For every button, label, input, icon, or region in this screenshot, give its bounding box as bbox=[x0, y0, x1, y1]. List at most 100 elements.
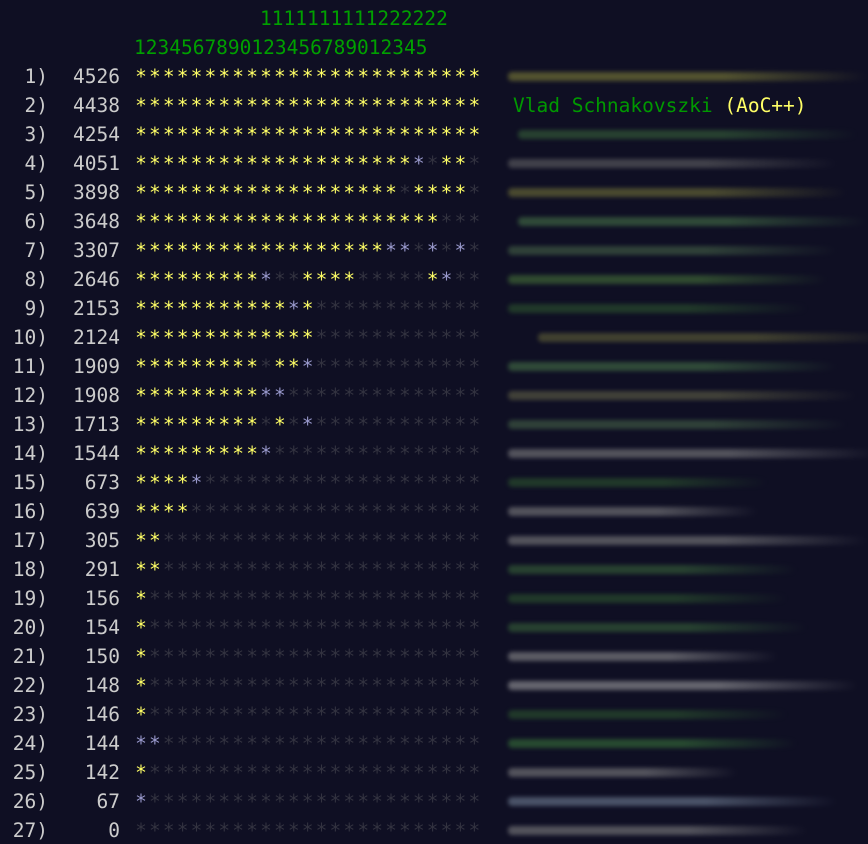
gold-star-icon: * bbox=[440, 181, 453, 204]
empty-star-icon: * bbox=[343, 297, 356, 320]
member-name[interactable] bbox=[508, 62, 868, 91]
member-name[interactable] bbox=[508, 816, 868, 844]
empty-star-icon: * bbox=[385, 297, 397, 320]
empty-star-icon: * bbox=[343, 442, 356, 465]
supporter-badge[interactable]: (AoC++) bbox=[724, 94, 806, 117]
member-name[interactable] bbox=[508, 207, 868, 236]
leaderboard-row: 23) 146 * * * * * * * * * * * * * * * * * * * * * * * * * bbox=[0, 700, 868, 729]
member-name[interactable] bbox=[508, 497, 868, 526]
gold-star-icon: * bbox=[385, 123, 397, 146]
blurred-name-bar bbox=[508, 565, 798, 574]
member-name[interactable] bbox=[508, 439, 868, 468]
member-name-text[interactable]: Vlad Schnakovszki bbox=[513, 94, 713, 117]
day-stars: * * * * * * * * * * * * * * * * * * * * * * * * * bbox=[134, 816, 481, 844]
member-name[interactable] bbox=[508, 642, 868, 671]
empty-star-icon: * bbox=[148, 761, 161, 784]
empty-star-icon: * bbox=[273, 790, 286, 813]
gold-star-icon: * bbox=[135, 152, 147, 175]
member-name[interactable] bbox=[508, 758, 868, 787]
gold-star-icon: * bbox=[176, 65, 189, 88]
gold-star-icon: * bbox=[204, 355, 217, 378]
empty-star-icon: * bbox=[287, 268, 300, 291]
member-name[interactable] bbox=[508, 236, 868, 265]
empty-star-icon: * bbox=[190, 674, 203, 697]
empty-star-icon: * bbox=[398, 529, 411, 552]
gold-star-icon: * bbox=[162, 384, 175, 407]
empty-star-icon: * bbox=[246, 529, 258, 552]
gold-star-icon: * bbox=[329, 152, 342, 175]
day-stars: * * * * * * * * * * * * * * * * * * * * * * * * * bbox=[134, 352, 481, 381]
empty-star-icon: * bbox=[440, 674, 453, 697]
empty-star-icon: * bbox=[454, 761, 467, 784]
empty-star-icon: * bbox=[218, 616, 231, 639]
member-name[interactable] bbox=[508, 729, 868, 758]
empty-star-icon: * bbox=[232, 732, 245, 755]
local-score: 1909 bbox=[73, 355, 120, 378]
empty-star-icon: * bbox=[301, 790, 314, 813]
empty-star-icon: * bbox=[454, 732, 467, 755]
empty-star-icon: * bbox=[148, 790, 161, 813]
empty-star-icon: * bbox=[329, 587, 342, 610]
empty-star-icon: * bbox=[218, 500, 231, 523]
empty-star-icon: * bbox=[412, 558, 425, 581]
gold-star-icon: * bbox=[232, 442, 245, 465]
member-name[interactable] bbox=[508, 352, 868, 381]
member-name[interactable] bbox=[508, 584, 868, 613]
empty-star-icon: * bbox=[398, 413, 411, 436]
empty-star-icon: * bbox=[260, 529, 272, 552]
member-name[interactable] bbox=[508, 149, 868, 178]
local-score: 142 bbox=[84, 761, 120, 784]
rank-position: 20) bbox=[12, 616, 48, 639]
blurred-name-bar bbox=[508, 72, 868, 81]
member-name[interactable] bbox=[508, 526, 868, 555]
member-name[interactable]: Vlad Schnakovszki (AoC++) bbox=[508, 91, 868, 120]
gold-star-icon: * bbox=[148, 239, 161, 262]
member-name[interactable] bbox=[508, 265, 868, 294]
empty-star-icon: * bbox=[273, 674, 286, 697]
empty-star-icon: * bbox=[468, 587, 481, 610]
member-name[interactable] bbox=[508, 294, 868, 323]
blurred-name-bar bbox=[508, 710, 788, 719]
empty-star-icon: * bbox=[343, 558, 356, 581]
member-name[interactable] bbox=[508, 410, 868, 439]
local-score: 673 bbox=[84, 471, 120, 494]
leaderboard-row: 16) 639 * * * * * * * * * * * * * * * * * * * * * * * * * bbox=[0, 497, 868, 526]
gold-star-icon: * bbox=[148, 326, 161, 349]
member-name[interactable] bbox=[508, 613, 868, 642]
empty-star-icon: * bbox=[468, 558, 481, 581]
empty-star-icon: * bbox=[357, 558, 370, 581]
empty-star-icon: * bbox=[398, 761, 411, 784]
day-stars: * * * * * * * * * * * * * * * * * * * * * * * * * bbox=[134, 91, 481, 120]
member-name[interactable] bbox=[508, 323, 868, 352]
empty-star-icon: * bbox=[315, 558, 328, 581]
member-name[interactable] bbox=[508, 468, 868, 497]
member-name[interactable] bbox=[508, 671, 868, 700]
gold-star-icon: * bbox=[204, 65, 217, 88]
gold-star-icon: * bbox=[426, 181, 439, 204]
empty-star-icon: * bbox=[343, 500, 356, 523]
empty-star-icon: * bbox=[315, 500, 328, 523]
gold-star-icon: * bbox=[162, 181, 175, 204]
blurred-name-bar bbox=[508, 246, 838, 255]
empty-star-icon: * bbox=[385, 645, 397, 668]
empty-star-icon: * bbox=[287, 645, 300, 668]
member-name[interactable] bbox=[508, 555, 868, 584]
member-name[interactable] bbox=[508, 381, 868, 410]
empty-star-icon: * bbox=[412, 819, 425, 842]
member-name[interactable] bbox=[508, 787, 868, 816]
member-name[interactable] bbox=[508, 700, 868, 729]
gold-star-icon: * bbox=[176, 123, 189, 146]
gold-star-icon: * bbox=[260, 152, 272, 175]
member-name[interactable] bbox=[508, 120, 868, 149]
gold-star-icon: * bbox=[162, 268, 175, 291]
member-name[interactable] bbox=[508, 178, 868, 207]
gold-star-icon: * bbox=[148, 94, 161, 117]
empty-star-icon: * bbox=[315, 819, 328, 842]
empty-star-icon: * bbox=[287, 500, 300, 523]
empty-star-icon: * bbox=[329, 529, 342, 552]
empty-star-icon: * bbox=[357, 355, 370, 378]
empty-star-icon: * bbox=[412, 790, 425, 813]
empty-star-icon: * bbox=[371, 297, 383, 320]
empty-star-icon: * bbox=[315, 297, 328, 320]
gold-star-icon: * bbox=[204, 297, 217, 320]
